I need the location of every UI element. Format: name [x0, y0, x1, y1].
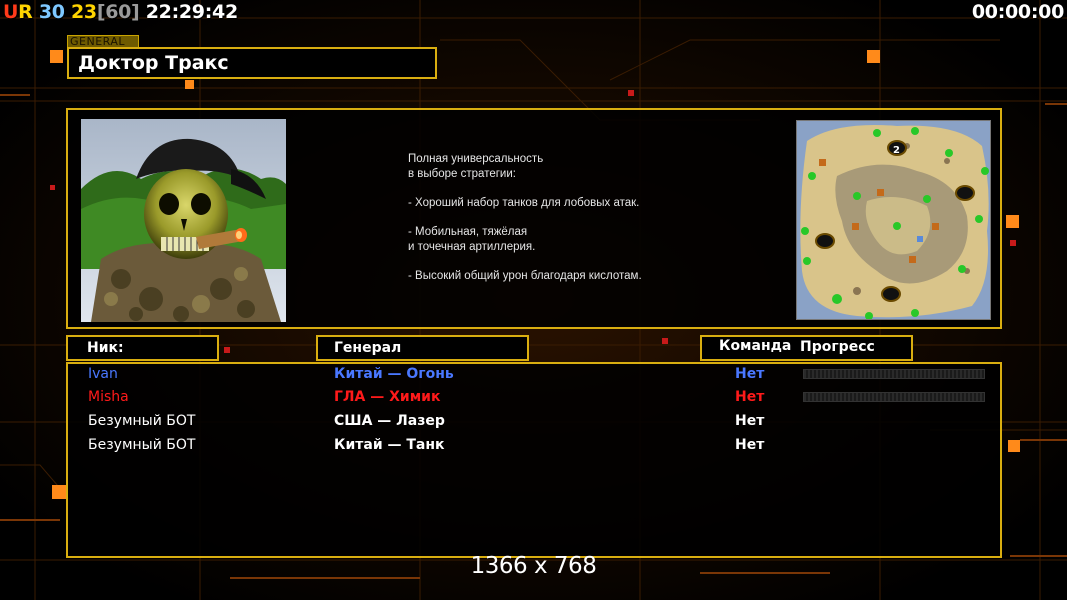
player-team: Нет [735, 389, 765, 405]
player-row: Ivan Китай — Огонь Нет [68, 364, 1000, 386]
general-name-box: Доктор Тракс [67, 47, 437, 79]
player-team: Нет [735, 437, 765, 453]
hud-segment: R [18, 1, 33, 23]
player-general: Китай — Танк [334, 437, 445, 453]
player-nick: Безумный БОТ [88, 437, 196, 453]
minimap-start-marker: 2 [893, 145, 900, 156]
player-nick: Безумный БОТ [88, 413, 196, 429]
minimap[interactable]: 2 [796, 120, 991, 320]
column-header-team-progress: Команда Прогресс [700, 335, 913, 361]
player-progress-bar [803, 369, 985, 379]
hud-segment: [60] [96, 1, 140, 23]
column-header-nick-label: Ник: [87, 340, 124, 356]
players-panel: Ivan Китай — Огонь Нет Misha ГЛА — Химик… [66, 362, 1002, 558]
general-info-panel: Полная универсальность в выборе стратеги… [66, 108, 1002, 329]
column-header-nick: Ник: [66, 335, 219, 361]
hud-stats: UR 30 23[60] 22:29:42 [3, 1, 238, 23]
player-general: ГЛА — Химик [334, 389, 441, 405]
hud-segment: 23 [70, 1, 97, 23]
player-progress-bar [803, 392, 985, 402]
player-nick: Ivan [88, 366, 118, 382]
player-row: Безумный БОТ США — Лазер Нет [68, 411, 1000, 433]
general-portrait [81, 119, 286, 322]
column-header-general: Генерал [316, 335, 529, 361]
player-nick: Misha [88, 389, 129, 405]
player-row: Misha ГЛА — Химик Нет [68, 387, 1000, 409]
general-name: Доктор Тракс [78, 52, 229, 74]
hud-segment: 22:29:42 [139, 1, 238, 23]
general-tag-label: GENERAL [70, 35, 126, 48]
hud-segment: U [3, 1, 19, 23]
player-general: Китай — Огонь [334, 366, 454, 382]
resolution-label: 1366 x 768 [470, 553, 597, 579]
player-general: США — Лазер [334, 413, 445, 429]
hud-timer: 00:00:00 [971, 1, 1064, 23]
column-header-general-label: Генерал [334, 340, 402, 356]
player-team: Нет [735, 413, 765, 429]
hud-segment: 30 [38, 1, 65, 23]
general-description: Полная универсальность в выборе стратеги… [408, 153, 642, 282]
player-row: Безумный БОТ Китай — Танк Нет [68, 435, 1000, 457]
player-team: Нет [735, 366, 765, 382]
column-header-progress-label: Прогресс [800, 339, 875, 355]
column-header-team-label: Команда [719, 338, 792, 354]
